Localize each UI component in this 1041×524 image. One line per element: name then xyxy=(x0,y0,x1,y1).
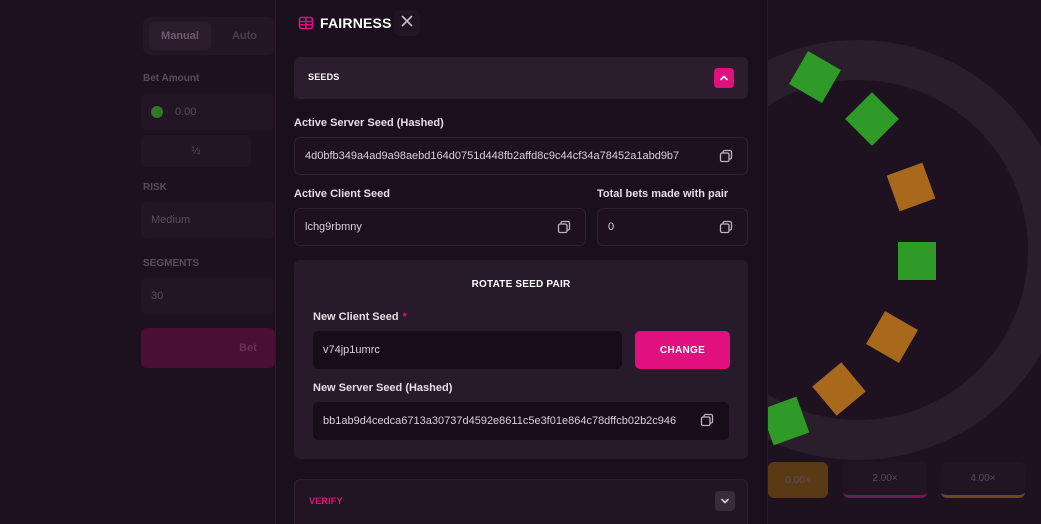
active-client-seed-field[interactable]: lchg9rbmny xyxy=(294,208,586,246)
bet-amount-label: Bet Amount xyxy=(143,73,200,84)
game-sidebar: Manual Auto Bet Amount 0.00 ½ RISK Mediu… xyxy=(0,0,275,524)
coin-icon xyxy=(151,106,163,118)
close-button[interactable] xyxy=(394,10,420,36)
copy-icon[interactable] xyxy=(719,149,733,163)
segments-label: SEGMENTS xyxy=(143,258,200,269)
active-server-seed-value: 4d0bfb349a4ad9a98aebd164d0751d448fb2affd… xyxy=(305,150,680,162)
bet-amount-value: 0.00 xyxy=(175,106,197,118)
copy-icon[interactable] xyxy=(700,413,714,427)
bet-button[interactable]: Bet xyxy=(141,328,275,368)
seeds-section-title: SEEDS xyxy=(308,72,340,82)
multiplier-chip: 0.00× xyxy=(768,462,828,498)
total-bets-value: 0 xyxy=(608,221,615,233)
chevron-up-icon[interactable] xyxy=(714,68,734,88)
active-server-seed-label: Active Server Seed (Hashed) xyxy=(294,117,444,129)
new-client-seed-label-text: New Client Seed xyxy=(313,311,399,323)
change-button[interactable]: CHANGE xyxy=(635,331,730,369)
total-bets-field[interactable]: 0 xyxy=(597,208,748,246)
new-server-seed-value: bb1ab9d4cedca6713a30737d4592e8611c5e3f01… xyxy=(323,415,677,427)
copy-icon[interactable] xyxy=(719,220,733,234)
new-server-seed-label: New Server Seed (Hashed) xyxy=(313,382,453,394)
seeds-section-header[interactable]: SEEDS xyxy=(294,57,748,99)
dice-icon xyxy=(298,15,314,31)
bet-amount-input[interactable]: 0.00 xyxy=(141,94,275,130)
wheel-segment xyxy=(898,242,936,280)
tab-manual[interactable]: Manual xyxy=(149,22,211,50)
verify-section-title: VERIFY xyxy=(309,496,343,506)
required-mark: * xyxy=(402,311,407,323)
risk-select[interactable]: Medium xyxy=(141,202,275,238)
multiplier-chip: 2.00× xyxy=(843,462,927,498)
close-icon xyxy=(401,14,413,32)
verify-section-header[interactable]: VERIFY xyxy=(294,479,748,524)
new-client-seed-input[interactable] xyxy=(313,331,622,369)
half-button[interactable]: ½ xyxy=(141,135,251,167)
segments-select[interactable]: 30 xyxy=(141,278,275,314)
chevron-down-icon[interactable] xyxy=(715,491,735,511)
tab-auto[interactable]: Auto xyxy=(222,22,267,50)
modal-title: FAIRNESS xyxy=(320,15,392,31)
new-client-seed-label: New Client Seed * xyxy=(313,311,407,323)
active-client-seed-label: Active Client Seed xyxy=(294,188,390,200)
active-client-seed-value: lchg9rbmny xyxy=(305,221,362,233)
new-server-seed-field[interactable]: bb1ab9d4cedca6713a30737d4592e8611c5e3f01… xyxy=(313,402,729,440)
active-server-seed-field[interactable]: 4d0bfb349a4ad9a98aebd164d0751d448fb2affd… xyxy=(294,137,748,175)
rotate-seed-pair-title: ROTATE SEED PAIR xyxy=(471,279,571,290)
risk-label: RISK xyxy=(143,182,167,193)
multiplier-chip: 4.00× xyxy=(941,462,1025,498)
copy-icon[interactable] xyxy=(557,220,571,234)
wheel-area: 0.00× 2.00× 4.00× xyxy=(768,0,1041,524)
total-bets-label: Total bets made with pair xyxy=(597,188,729,200)
